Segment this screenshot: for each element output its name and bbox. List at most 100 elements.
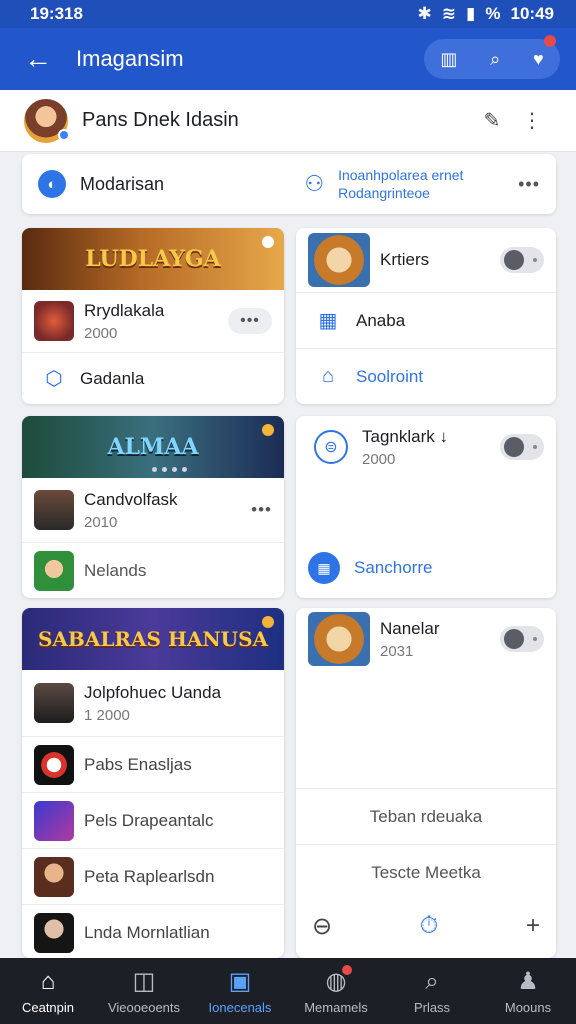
right-card-2[interactable]: ⊜ Tagnklark ↓ 2000 ▦ Sanchorre — [296, 416, 556, 598]
item-title: Lnda Mornlatlian — [84, 922, 210, 942]
item-title: Nanelar — [380, 618, 440, 638]
edit-icon[interactable]: ✎ — [472, 108, 512, 133]
home-icon: ⌂ — [40, 967, 56, 995]
footer-label: Gadanla — [80, 368, 145, 388]
item-subtitle: 2010 — [84, 513, 118, 531]
more-icon[interactable]: ••• — [518, 174, 540, 195]
profile-name: Pans Dnek Idasin — [82, 109, 239, 131]
app-bar: ← Imagansim ▥ ⌕ ♥ — [0, 28, 576, 90]
avatar[interactable] — [24, 98, 70, 143]
user-thumbnail — [34, 683, 74, 723]
nav-label: Ceatnpin — [21, 999, 75, 1015]
nav-item-chat[interactable]: ◍ Memamels — [288, 958, 384, 1024]
game-banner[interactable]: SABALRAS HANUSA — [22, 608, 284, 670]
search-icon[interactable]: ⌕ — [490, 49, 500, 70]
person-icon[interactable]: ⚇ — [304, 171, 324, 197]
minus-circle-icon[interactable]: ⊖ — [312, 912, 332, 941]
list-item[interactable]: Rrydlakala 2000 ••• — [22, 290, 284, 352]
page-title: Imagansim — [76, 46, 184, 71]
game-card-2[interactable]: ALMAA Candvolfask 2010 ••• Nelands — [22, 416, 284, 598]
status-bar: 19:318 ✱ ≋ ▮ % 10:49 — [0, 0, 576, 28]
app-thumbnail — [34, 800, 74, 841]
animal-thumbnail — [308, 612, 370, 666]
banner-indicator — [262, 236, 274, 248]
carousel-dots[interactable] — [152, 467, 187, 472]
nav-label: Memamels — [304, 1000, 368, 1015]
bluetooth-icon: ✱ — [417, 4, 432, 23]
list-item[interactable]: Tescte Meetka — [296, 844, 556, 900]
bottom-nav: ⌂ Ceatnpin ◫ Vieooeoents ▣ Ionecenals ◍ … — [0, 958, 576, 1024]
footer-label: Nelands — [84, 560, 147, 580]
card-toolbar: ⊖ ⏱ + — [296, 896, 556, 956]
moderation-card[interactable]: ◐ Modarisan ⚇ Inoanhpolarea ernet Rodang… — [22, 154, 556, 214]
nav-item-profile[interactable]: ♟ Moouns — [480, 958, 576, 1024]
footer-link[interactable]: Sanchorre — [354, 558, 432, 578]
moderation-info[interactable]: Inoanhpolarea ernet Rodangrinteoe — [338, 166, 498, 202]
toggle-switch[interactable] — [500, 626, 544, 652]
heart-icon[interactable]: ♥ — [533, 49, 544, 70]
game-card-3[interactable]: SABALRAS HANUSA Jolpfohuec Uanda 1 2000 … — [22, 608, 284, 958]
app-thumbnail — [34, 744, 74, 785]
nav-item-search[interactable]: ⌕ Prlass — [384, 958, 480, 1024]
game-banner[interactable]: LUDLAYGA — [22, 228, 284, 290]
timer-icon[interactable]: ⏱ — [420, 912, 439, 940]
item-subtitle: 2000 — [362, 450, 396, 468]
camera-icon: ◫ — [132, 968, 156, 995]
user-thumbnail — [34, 550, 74, 591]
plus-icon[interactable]: + — [526, 912, 540, 940]
item-subtitle: 1 2000 — [84, 706, 130, 724]
grid-icon[interactable]: ▥ — [440, 49, 457, 70]
item-label: Teban rdeuaka — [369, 806, 483, 826]
battery-label: % — [485, 4, 501, 23]
item-title: Candvolfask — [84, 489, 178, 509]
toggle-switch[interactable] — [500, 247, 544, 273]
list-item[interactable]: Krtiers — [296, 228, 556, 292]
list-item[interactable]: Peta Raplearlsdn — [22, 848, 284, 904]
more-icon[interactable]: ••• — [251, 500, 272, 520]
arrow-left-icon: ← — [24, 43, 52, 74]
list-item[interactable]: Lnda Mornlatlian — [22, 904, 284, 958]
profile-icon: ♟ — [517, 968, 539, 995]
card-footer[interactable]: ▦ Sanchorre — [296, 540, 556, 596]
user-thumbnail — [34, 490, 74, 530]
game-card-1[interactable]: LUDLAYGA Rrydlakala 2000 ••• ⬡ Gadanla — [22, 228, 284, 404]
list-item[interactable]: Teban rdeuaka — [296, 788, 556, 844]
nav-label: Prlass — [413, 999, 451, 1015]
nav-item-bag[interactable]: ▣ Ionecenals — [192, 958, 288, 1024]
right-card-1[interactable]: Krtiers ▦ Anaba ⌂ Soolroint — [296, 228, 556, 404]
nav-item-camera[interactable]: ◫ Vieooeoents — [96, 958, 192, 1024]
profile-row: Pans Dnek Idasin ✎ ⋮ — [0, 90, 576, 152]
more-vert-icon[interactable]: ⋮ — [512, 108, 552, 133]
list-item[interactable]: Nanelar 2031 — [296, 608, 556, 670]
notification-dot — [544, 35, 556, 47]
list-item[interactable]: Candvolfask 2010 ••• — [22, 478, 284, 542]
notification-dot — [342, 965, 353, 975]
item-link[interactable]: Soolroint — [356, 367, 423, 387]
list-item[interactable]: Pabs Enasljas — [22, 736, 284, 792]
item-label: Tescte Meetka — [371, 862, 481, 882]
list-item[interactable]: Jolpfohuec Uanda 1 2000 — [22, 670, 284, 736]
bag-icon: ▣ — [228, 968, 252, 995]
lock-icon: ⌂ — [321, 365, 335, 387]
nav-label: Moouns — [504, 1000, 552, 1015]
banner-title: ALMAA — [107, 434, 199, 460]
cube-icon: ⬡ — [45, 368, 63, 390]
moderation-info-line1: Inoanhpolarea ernet — [338, 167, 464, 183]
list-item[interactable]: Pels Drapeantalc — [22, 792, 284, 848]
nav-item-home[interactable]: ⌂ Ceatnpin — [0, 958, 96, 1024]
list-item[interactable]: ⌂ Soolroint — [296, 348, 556, 404]
back-button[interactable]: ← — [0, 28, 76, 90]
banner-indicator — [262, 424, 274, 436]
list-item[interactable]: ⊜ Tagnklark ↓ 2000 — [296, 416, 556, 478]
globe-icon: ⊜ — [314, 430, 348, 464]
more-icon[interactable]: ••• — [228, 308, 272, 334]
status-right-time: 10:49 — [510, 4, 554, 23]
signal-icon: ▮ — [466, 4, 476, 23]
list-item[interactable]: Nelands — [22, 542, 284, 598]
list-item[interactable]: ▦ Anaba — [296, 292, 556, 348]
toggle-switch[interactable] — [500, 434, 544, 460]
game-banner[interactable]: ALMAA — [22, 416, 284, 478]
item-title: Pels Drapeantalc — [84, 810, 214, 830]
card-footer[interactable]: ⬡ Gadanla — [22, 352, 284, 404]
item-label: Anaba — [356, 310, 406, 330]
